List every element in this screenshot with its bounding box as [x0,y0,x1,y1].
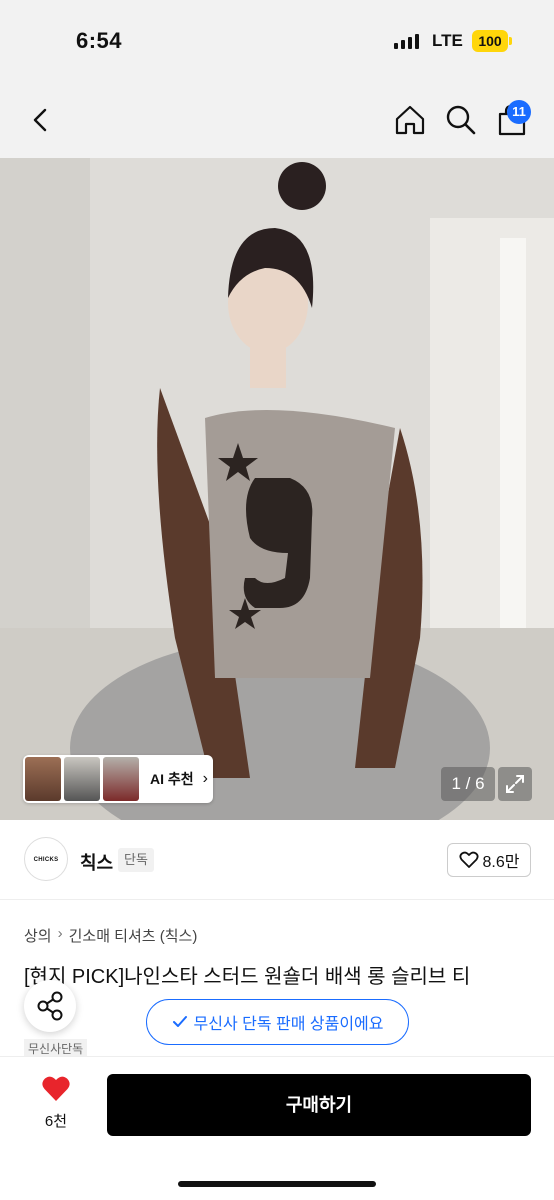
breadcrumb-category[interactable]: 상의 [24,925,52,946]
battery-icon: 100 [472,30,512,52]
product-title: [현지 PICK]나인스타 스터드 원숄더 배색 롱 슬리브 티 [24,966,471,988]
signal-icon [394,33,419,49]
search-icon [446,105,476,135]
brand-name[interactable]: 칙스 [80,849,113,875]
brand-like-button[interactable]: 8.6만 [447,843,531,877]
status-bar: 6:54 LTE 100 [0,0,554,84]
ai-recommend-strip[interactable]: AI 추천 › [23,755,213,803]
brand-logo[interactable]: CHICKS [24,837,68,881]
share-icon [37,991,63,1021]
wishlist-button[interactable]: 6천 [24,1075,88,1131]
brand-row[interactable]: CHICKS 칙스 단독 8.6만 [0,820,554,900]
cart-count-badge: 11 [507,100,531,124]
heart-outline-icon [458,851,479,868]
exclusive-badge: 단독 [118,848,154,872]
network-label: LTE [432,31,463,50]
expand-button[interactable] [498,767,532,801]
thumbnail[interactable] [64,757,100,801]
product-photo [0,158,554,820]
chevron-left-icon [33,108,47,132]
bottom-action-bar: 6천 구매하기 [0,1056,554,1200]
exclusive-toast: 무신사 단독 판매 상품이에요 [146,999,409,1045]
share-button[interactable] [24,980,76,1032]
buy-button[interactable]: 구매하기 [107,1074,531,1136]
product-image[interactable] [0,158,554,820]
brand-like-count: 8.6만 [482,854,520,871]
chevron-right-icon: › [57,925,63,942]
status-time: 6:54 [76,28,123,53]
expand-icon [506,775,524,793]
ai-recommend-label: AI 추천 [150,771,194,787]
home-indicator [178,1181,376,1187]
breadcrumb: 상의 › 긴소매 티셔츠 (칙스) [24,925,197,946]
thumbnail[interactable] [103,757,139,801]
heart-filled-icon [42,1076,70,1101]
wishlist-count: 6천 [44,1113,68,1130]
home-icon [395,105,425,135]
back-button[interactable] [24,102,60,138]
thumbnail[interactable] [25,757,61,801]
chevron-right-icon: › [202,770,208,787]
home-button[interactable] [392,102,428,138]
toast-text: 무신사 단독 판매 상품이에요 [193,1016,384,1033]
image-counter: 1 / 6 [441,767,495,801]
nav-bar [0,84,554,158]
breadcrumb-subcategory[interactable]: 긴소매 티셔츠 (칙스) [69,925,198,946]
check-icon [172,1016,187,1027]
search-button[interactable] [443,102,479,138]
